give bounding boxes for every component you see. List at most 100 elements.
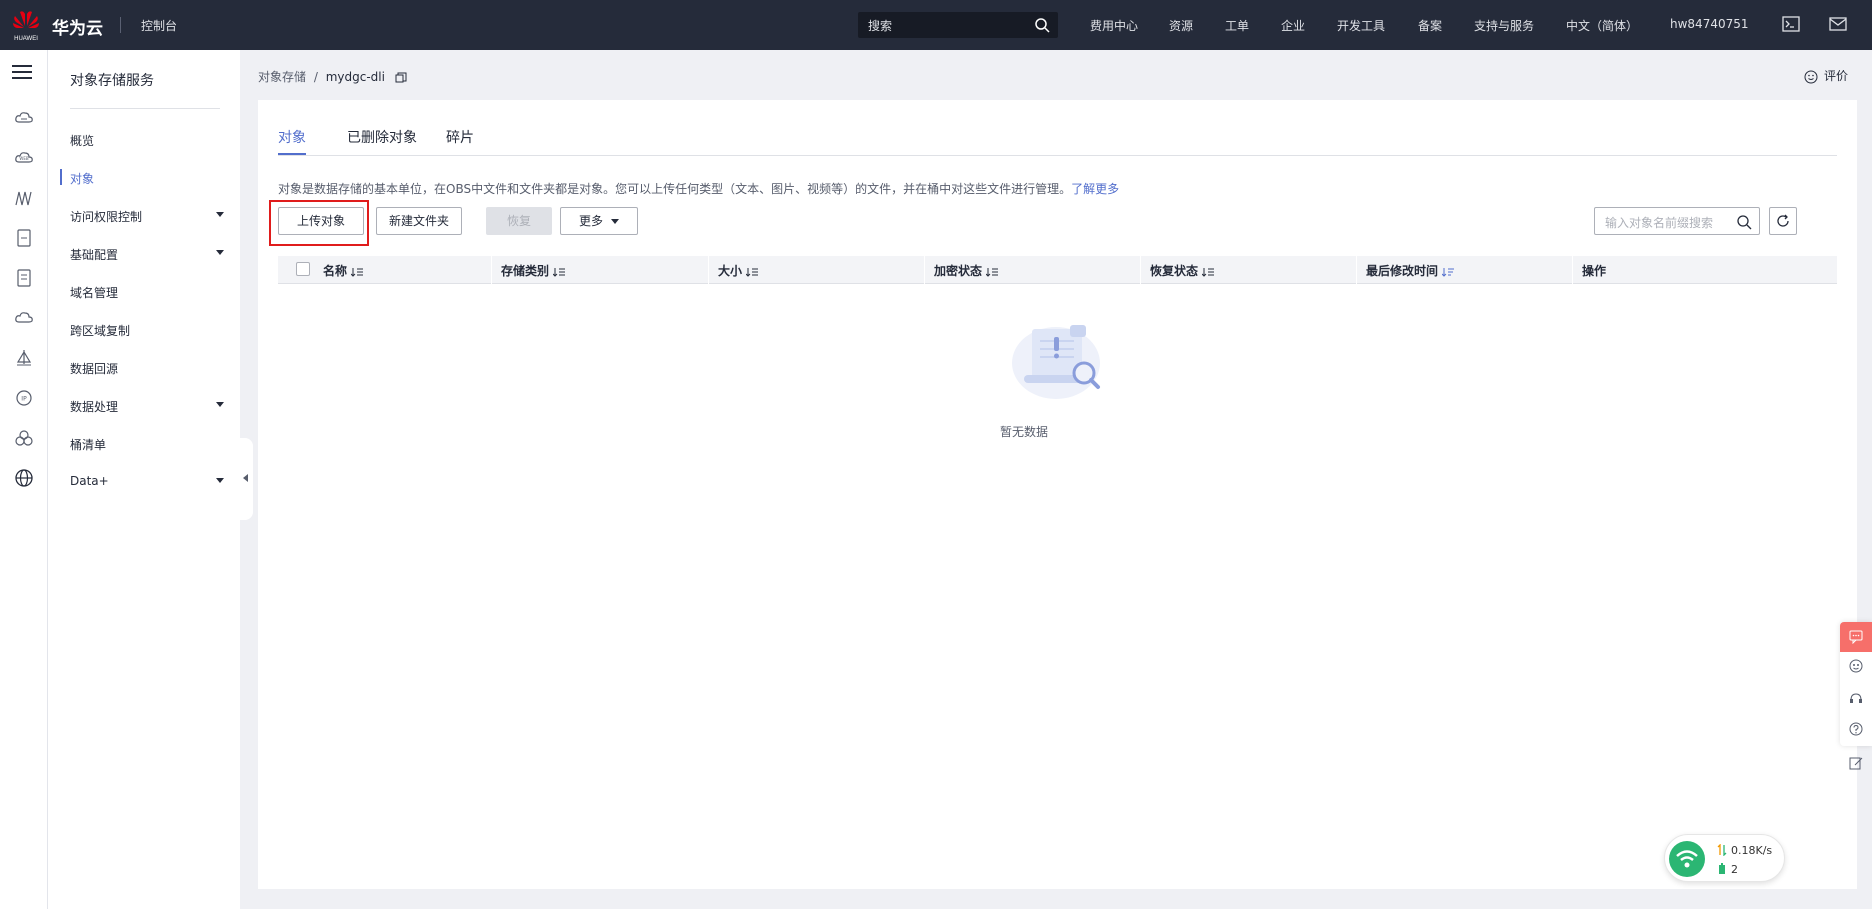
ip-icon[interactable]: IP	[14, 388, 34, 408]
column-size[interactable]: 大小	[718, 262, 759, 279]
objects-panel: 对象 已删除对象 碎片 对象是数据存储的基本单位，在OBS中文件和文件夹都是对象…	[258, 100, 1857, 889]
caret-down-icon	[216, 478, 224, 483]
column-encryption[interactable]: 加密状态	[934, 262, 999, 279]
active-tab-indicator	[278, 153, 306, 155]
caret-down-icon	[611, 219, 619, 224]
more-label: 更多	[578, 214, 603, 228]
empty-data-text: 暂无数据	[999, 425, 1048, 439]
sort-icon[interactable]	[986, 267, 999, 277]
sidebar-item-label: 访问权限控制	[70, 210, 143, 224]
nav-username[interactable]: hw84740751	[1670, 17, 1749, 31]
menu-icon[interactable]	[12, 64, 32, 80]
sort-icon[interactable]	[1202, 267, 1215, 277]
copy-icon[interactable]	[395, 72, 407, 84]
upload-object-button[interactable]: 上传对象	[278, 207, 364, 235]
column-divider	[1356, 256, 1357, 284]
sidebar-item-label: 桶清单	[70, 438, 107, 452]
cdn-icon[interactable]: WEB	[14, 148, 34, 168]
sidebar-item-label: 概览	[70, 134, 95, 148]
sidebar-divider	[70, 108, 220, 109]
service-icon-rail: WEB IP	[0, 50, 48, 909]
more-dropdown[interactable]: 更多	[560, 207, 638, 235]
search-icon[interactable]	[1736, 214, 1752, 230]
cloud-server-icon[interactable]	[14, 108, 34, 128]
select-all-checkbox[interactable]	[296, 262, 310, 276]
huawei-logo[interactable]: HUAWEI	[10, 8, 42, 42]
column-label: 大小	[718, 264, 743, 278]
sort-active-icon[interactable]	[1442, 267, 1455, 277]
column-restore-status[interactable]: 恢复状态	[1150, 262, 1215, 279]
rate-label: 评价	[1824, 69, 1849, 83]
terminal-icon[interactable]	[1782, 16, 1800, 32]
sidebar-item-data-processing[interactable]: 数据处理	[70, 398, 230, 418]
nav-support[interactable]: 支持与服务	[1474, 17, 1534, 34]
search-icon[interactable]	[1034, 17, 1050, 33]
nav-dev-tools[interactable]: 开发工具	[1337, 17, 1385, 34]
column-storage-class[interactable]: 存储类别	[501, 262, 566, 279]
cluster-icon[interactable]	[14, 428, 34, 448]
column-label: 加密状态	[934, 264, 983, 278]
nav-resources[interactable]: 资源	[1169, 17, 1193, 34]
nav-enterprise[interactable]: 企业	[1281, 17, 1305, 34]
sidebar-item-label: 基础配置	[70, 248, 119, 262]
description-text: 对象是数据存储的基本单位，在OBS中文件和文件夹都是对象。您可以上传任何类型（文…	[278, 182, 1072, 196]
sidebar-item-label: 跨区域复制	[70, 324, 131, 338]
wifi-indicator	[1669, 841, 1705, 877]
network-icon[interactable]	[14, 188, 34, 208]
breadcrumb-parent[interactable]: 对象存储	[258, 70, 306, 84]
mail-icon[interactable]	[1829, 16, 1847, 32]
sidebar-item-label: 数据回源	[70, 362, 119, 376]
global-search-input[interactable]: 搜索	[858, 12, 1058, 38]
sidebar-item-basic-config[interactable]: 基础配置	[70, 246, 230, 266]
tab-objects[interactable]: 对象	[278, 127, 306, 147]
brand-name[interactable]: 华为云	[52, 14, 103, 39]
robot-icon[interactable]	[1849, 659, 1863, 673]
sidebar-item-back-to-source[interactable]: 数据回源	[70, 360, 230, 380]
sidebar-collapse-toggle[interactable]	[239, 438, 253, 520]
sort-icon[interactable]	[351, 267, 364, 277]
network-speed-widget[interactable]: 0.18K/s 2	[1664, 834, 1785, 882]
column-name[interactable]: 名称	[323, 262, 364, 279]
sidebar-item-domain[interactable]: 域名管理	[70, 284, 230, 304]
help-icon[interactable]	[1849, 722, 1863, 736]
column-label: 恢复状态	[1150, 264, 1199, 278]
support-agent-icon[interactable]	[1849, 692, 1863, 706]
sidebar-item-label: 域名管理	[70, 286, 119, 300]
chat-button[interactable]	[1840, 622, 1872, 652]
network-count: 2	[1731, 863, 1738, 876]
empty-data-illustration	[1012, 325, 1100, 399]
sidebar-item-cross-region[interactable]: 跨区域复制	[70, 322, 230, 342]
feedback-edit-icon[interactable]	[1849, 756, 1863, 770]
document-icon[interactable]	[14, 268, 34, 288]
cloud-icon[interactable]	[14, 308, 34, 328]
column-divider	[491, 256, 492, 284]
learn-more-link[interactable]: 了解更多	[1071, 182, 1119, 196]
collapse-arrow-icon	[243, 474, 248, 482]
sidebar-item-data-plus[interactable]: Data+	[70, 474, 230, 494]
sidebar-item-inventory[interactable]: 桶清单	[70, 436, 230, 456]
tab-fragments[interactable]: 碎片	[446, 127, 474, 147]
global-search-placeholder: 搜索	[868, 19, 893, 33]
sail-icon[interactable]	[14, 348, 34, 368]
sort-icon[interactable]	[746, 267, 759, 277]
restore-button[interactable]: 恢复	[486, 207, 552, 235]
nav-billing[interactable]: 费用中心	[1090, 17, 1138, 34]
sort-icon[interactable]	[553, 267, 566, 277]
column-last-modified[interactable]: 最后修改时间	[1366, 262, 1455, 279]
sidebar-item-access-control[interactable]: 访问权限控制	[70, 208, 230, 228]
tab-deleted-objects[interactable]: 已删除对象	[347, 127, 417, 147]
object-search-input[interactable]: 输入对象名前缀搜索	[1594, 207, 1760, 235]
sidebar-item-overview[interactable]: 概览	[70, 132, 230, 152]
console-link[interactable]: 控制台	[141, 17, 177, 34]
storage-icon[interactable]	[14, 228, 34, 248]
globe-icon[interactable]	[14, 468, 34, 488]
new-folder-button[interactable]: 新建文件夹	[376, 207, 462, 235]
nav-tickets[interactable]: 工单	[1225, 17, 1249, 34]
battery-icon	[1719, 863, 1725, 874]
caret-down-icon	[216, 402, 224, 407]
sidebar-item-objects[interactable]: 对象	[70, 170, 230, 190]
nav-language[interactable]: 中文（简体）	[1566, 17, 1638, 34]
refresh-button[interactable]	[1769, 207, 1797, 235]
rate-button[interactable]: 评价	[1804, 67, 1848, 84]
nav-icp[interactable]: 备案	[1418, 17, 1442, 34]
